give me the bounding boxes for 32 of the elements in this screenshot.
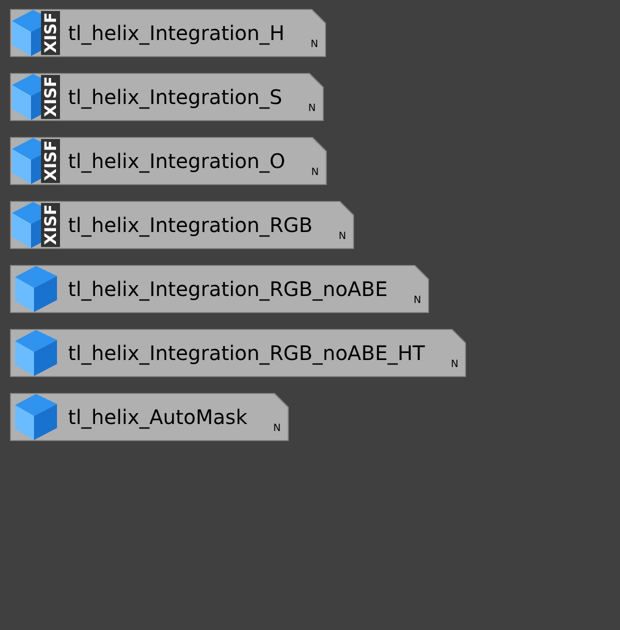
- image-name: tl_helix_Integration_RGB: [68, 213, 313, 237]
- format-tag: XISF: [41, 75, 60, 119]
- status-letter: N: [310, 40, 318, 50]
- status-letter: N: [450, 360, 458, 370]
- status-letter: N: [308, 104, 316, 114]
- image-name: tl_helix_AutoMask: [68, 405, 248, 429]
- status-letter: N: [311, 168, 319, 178]
- image-window-icon[interactable]: XISF tl_helix_Integration_S N: [10, 73, 324, 121]
- status-letter: N: [338, 232, 346, 242]
- cube-icon: [15, 394, 57, 440]
- format-tag: XISF: [41, 139, 60, 183]
- image-window-icon[interactable]: XISF tl_helix_Integration_RGB N: [10, 201, 354, 249]
- image-window-icon[interactable]: tl_helix_AutoMask N: [10, 393, 289, 441]
- status-letter: N: [273, 424, 281, 434]
- format-tag: XISF: [41, 11, 60, 55]
- image-name: tl_helix_Integration_H: [68, 21, 285, 45]
- cube-icon: [15, 330, 57, 376]
- cube-icon: [12, 202, 41, 248]
- image-name: tl_helix_Integration_S: [68, 85, 282, 109]
- cube-icon: [12, 138, 41, 184]
- format-tag: XISF: [41, 203, 60, 247]
- image-window-icon[interactable]: tl_helix_Integration_RGB_noABE N: [10, 265, 430, 313]
- image-window-icon[interactable]: XISF tl_helix_Integration_O N: [10, 137, 327, 185]
- image-window-icon[interactable]: tl_helix_Integration_RGB_noABE_HT N: [10, 329, 466, 377]
- image-name: tl_helix_Integration_O: [68, 149, 286, 173]
- image-name: tl_helix_Integration_RGB_noABE_HT: [68, 341, 425, 365]
- cube-icon: [15, 266, 57, 312]
- cube-icon: [12, 74, 41, 120]
- image-name: tl_helix_Integration_RGB_noABE: [68, 277, 388, 301]
- image-window-icon[interactable]: XISF tl_helix_Integration_H N: [10, 9, 326, 57]
- cube-icon: [12, 10, 41, 56]
- status-letter: N: [414, 296, 422, 306]
